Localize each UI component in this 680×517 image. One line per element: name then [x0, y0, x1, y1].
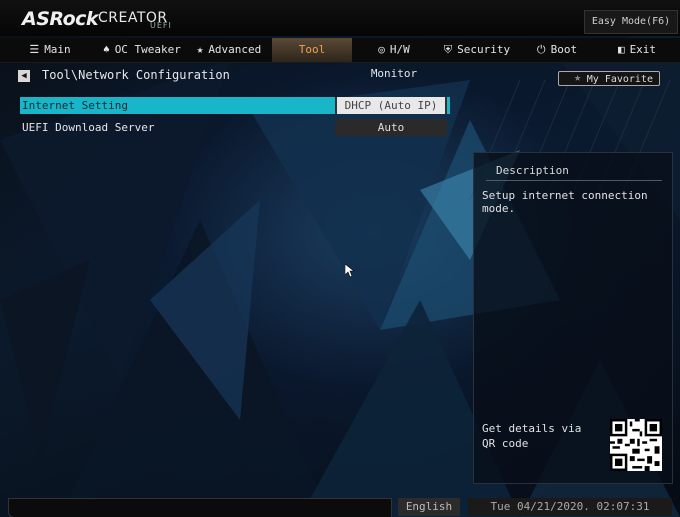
- tab-security[interactable]: ⛨ Security: [440, 38, 514, 62]
- setting-label: UEFI Download Server: [22, 121, 155, 134]
- my-favorite-button[interactable]: My Favorite ★: [548, 70, 670, 88]
- tab-tool[interactable]: Tool: [272, 38, 352, 62]
- exit-icon: ◧: [617, 43, 625, 56]
- tab-boot[interactable]: ⏻ Boot: [518, 38, 596, 62]
- monitor-icon: ◎: [378, 43, 385, 56]
- language-button[interactable]: English: [398, 498, 460, 516]
- brand-logo: ASRock: [22, 8, 99, 30]
- top-bar: ASRock CREATOR UEFI Easy Mode(F6): [0, 0, 680, 36]
- setting-row-internet-setting[interactable]: Internet Setting DHCP (Auto IP): [20, 97, 450, 114]
- tab-main[interactable]: ☰ Main: [4, 38, 96, 62]
- star-icon: ★: [574, 70, 582, 84]
- rocket-icon: ♠: [103, 43, 110, 56]
- setting-label: Internet Setting: [22, 99, 128, 112]
- description-panel: Description Setup internet connection mo…: [473, 152, 673, 484]
- easy-mode-button[interactable]: Easy Mode(F6): [584, 10, 678, 34]
- tab-exit[interactable]: ◧ Exit: [598, 38, 676, 62]
- star-icon: ★: [196, 43, 204, 56]
- status-bar: English Tue 04/21/2020. 02:07:31: [0, 498, 680, 517]
- tab-hw-monitor[interactable]: ◎ H/W Monitor: [354, 38, 434, 80]
- date-time: Tue 04/21/2020. 02:07:31: [468, 498, 672, 516]
- brand-uefi: UEFI: [150, 21, 172, 30]
- power-icon: ⏻: [536, 43, 546, 56]
- breadcrumb: Tool\Network Configuration: [42, 68, 230, 82]
- description-title: Description: [486, 161, 662, 181]
- qr-caption: Get details via QR code: [482, 422, 582, 450]
- shield-icon: ⛨: [443, 43, 453, 56]
- main-menu-tabs: ☰ Main ♠ OC Tweaker ★ Advanced Tool ◎ H/W Mo…: [0, 38, 680, 80]
- description-text: Setup internet connection mode.: [482, 189, 648, 215]
- status-bar-left: [8, 498, 392, 517]
- mouse-cursor-icon: [345, 264, 355, 278]
- setting-value-dropdown[interactable]: DHCP (Auto IP): [335, 97, 447, 114]
- bios-screen: ASRock CREATOR UEFI Easy Mode(F6) ☰ Main …: [0, 0, 680, 517]
- list-icon: ☰: [29, 43, 40, 56]
- setting-row-uefi-download-server[interactable]: UEFI Download Server Auto: [20, 119, 450, 136]
- setting-value-dropdown[interactable]: Auto: [335, 119, 447, 136]
- tab-oc-tweaker[interactable]: ♠ OC Tweaker: [98, 38, 186, 62]
- tab-advanced[interactable]: ★ Advanced: [188, 38, 270, 62]
- qr-code-icon: [610, 419, 662, 471]
- back-arrow-icon[interactable]: ◀: [18, 70, 30, 82]
